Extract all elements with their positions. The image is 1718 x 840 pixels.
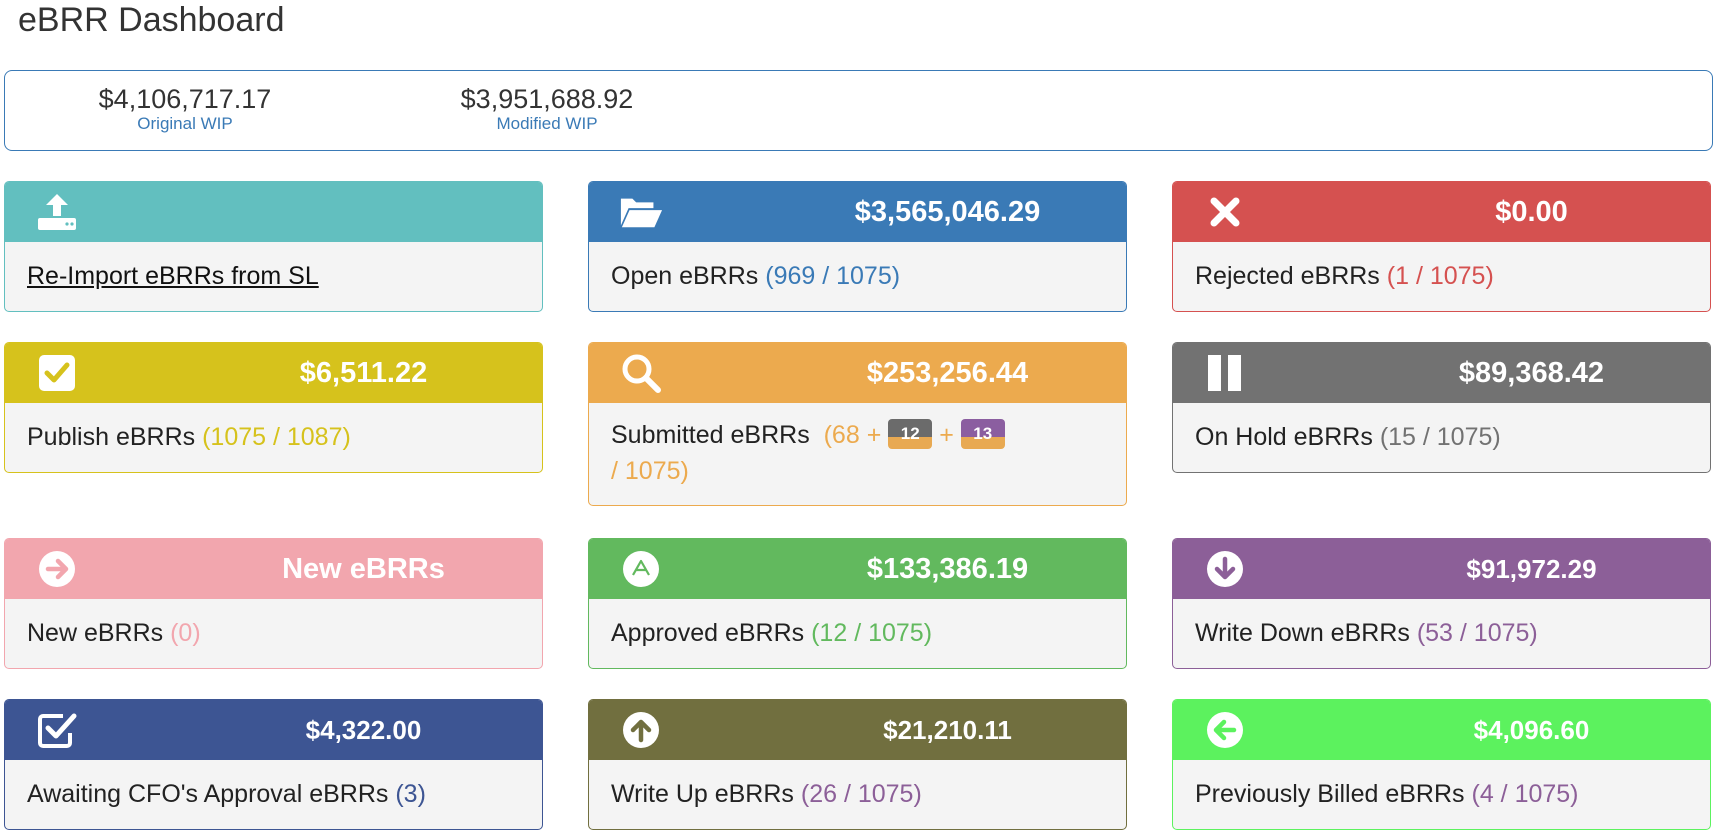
arrow-right-circle-icon xyxy=(35,547,79,591)
arrow-down-circle-icon xyxy=(1203,547,1247,591)
onhold-label: On Hold eBRRs xyxy=(1195,423,1373,451)
cfo-count: (3) xyxy=(395,780,426,808)
original-wip: $4,106,717.17 Original WIP xyxy=(65,83,305,133)
card-submitted[interactable]: $253,256.44 Submitted eBRRs (68 + 12 + 1… xyxy=(588,342,1127,506)
triangle-up-circle-icon xyxy=(619,547,663,591)
writedown-count: (53 / 1075) xyxy=(1416,619,1538,647)
modified-wip-amount: $3,951,688.92 xyxy=(460,84,634,114)
submitted-count-start: (68 + xyxy=(823,421,882,449)
new-count: (0) xyxy=(170,619,201,647)
submitted-label: Submitted eBRRs xyxy=(611,421,810,449)
publish-count: (1075 / 1087) xyxy=(202,423,351,451)
writeup-count: (26 / 1075) xyxy=(800,780,922,808)
checkbox-icon xyxy=(35,351,79,395)
publish-label: Publish eBRRs xyxy=(27,423,196,451)
card-cfo-approval[interactable]: $4,322.00 Awaiting CFO's Approval eBRRs … xyxy=(4,699,543,830)
modified-wip: $3,951,688.92 Modified WIP xyxy=(427,83,667,133)
submitted-badge-gray: 12 xyxy=(888,419,933,450)
card-approved[interactable]: $133,386.19 Approved eBRRs (12 / 1075) xyxy=(588,538,1127,669)
writedown-amount: $91,972.29 xyxy=(1466,554,1597,584)
reimport-link[interactable]: Re-Import eBRRs from SL xyxy=(27,262,319,290)
writeup-amount: $21,210.11 xyxy=(883,715,1012,745)
original-wip-label: Original WIP xyxy=(137,114,233,133)
prevbilled-label: Previously Billed eBRRs xyxy=(1195,780,1465,808)
x-icon xyxy=(1203,190,1247,234)
approved-amount: $133,386.19 xyxy=(866,553,1029,585)
cfo-label: Awaiting CFO's Approval eBRRs xyxy=(27,780,389,808)
page-title: eBRR Dashboard xyxy=(18,1,285,39)
prevbilled-count: (4 / 1075) xyxy=(1471,780,1579,808)
upload-icon xyxy=(35,190,79,234)
rejected-amount: $0.00 xyxy=(1495,196,1568,228)
card-rejected[interactable]: $0.00 Rejected eBRRs (1 / 1075) xyxy=(1172,181,1711,312)
arrow-left-circle-icon xyxy=(1203,708,1247,752)
new-label: New eBRRs xyxy=(27,619,164,647)
wip-summary-panel: $4,106,717.17 Original WIP $3,951,688.92… xyxy=(4,70,1713,151)
rejected-label: Rejected eBRRs xyxy=(1195,262,1380,290)
card-new[interactable]: New eBRRs New eBRRs (0) xyxy=(4,538,543,669)
pause-icon xyxy=(1203,351,1247,395)
cfo-amount: $4,322.00 xyxy=(305,715,422,745)
approved-count: (12 / 1075) xyxy=(811,619,933,647)
approved-label: Approved eBRRs xyxy=(611,619,805,647)
submitted-count-end: / 1075) xyxy=(611,457,689,485)
check-square-icon xyxy=(35,708,79,752)
onhold-count: (15 / 1075) xyxy=(1379,423,1501,451)
modified-wip-label: Modified WIP xyxy=(496,114,598,133)
card-writeup[interactable]: $21,210.11 Write Up eBRRs (26 / 1075) xyxy=(588,699,1127,830)
publish-amount: $6,511.22 xyxy=(299,357,428,389)
card-onhold[interactable]: $89,368.42 On Hold eBRRs (15 / 1075) xyxy=(1172,342,1711,473)
card-open[interactable]: $3,565,046.29 Open eBRRs (969 / 1075) xyxy=(588,181,1127,312)
card-writedown[interactable]: $91,972.29 Write Down eBRRs (53 / 1075) xyxy=(1172,538,1711,669)
original-wip-amount: $4,106,717.17 xyxy=(98,84,272,114)
open-amount: $3,565,046.29 xyxy=(854,196,1041,228)
submitted-amount: $253,256.44 xyxy=(866,357,1029,389)
submitted-badge-purple: 13 xyxy=(960,419,1005,450)
rejected-count: (1 / 1075) xyxy=(1386,262,1494,290)
card-publish[interactable]: $6,511.22 Publish eBRRs (1075 / 1087) xyxy=(4,342,543,473)
writeup-label: Write Up eBRRs xyxy=(611,780,794,808)
folder-open-icon xyxy=(619,190,663,234)
open-label: Open eBRRs xyxy=(611,262,759,290)
open-count: (969 / 1075) xyxy=(765,262,901,290)
card-previously-billed[interactable]: $4,096.60 Previously Billed eBRRs (4 / 1… xyxy=(1172,699,1711,830)
search-icon xyxy=(619,351,663,395)
prevbilled-amount: $4,096.60 xyxy=(1473,715,1590,745)
arrow-up-circle-icon xyxy=(619,708,663,752)
submitted-plus: + xyxy=(939,421,954,449)
new-amount: New eBRRs xyxy=(282,553,445,585)
card-reimport[interactable]: Re-Import eBRRs from SL xyxy=(4,181,543,312)
onhold-amount: $89,368.42 xyxy=(1458,357,1605,389)
writedown-label: Write Down eBRRs xyxy=(1195,619,1410,647)
